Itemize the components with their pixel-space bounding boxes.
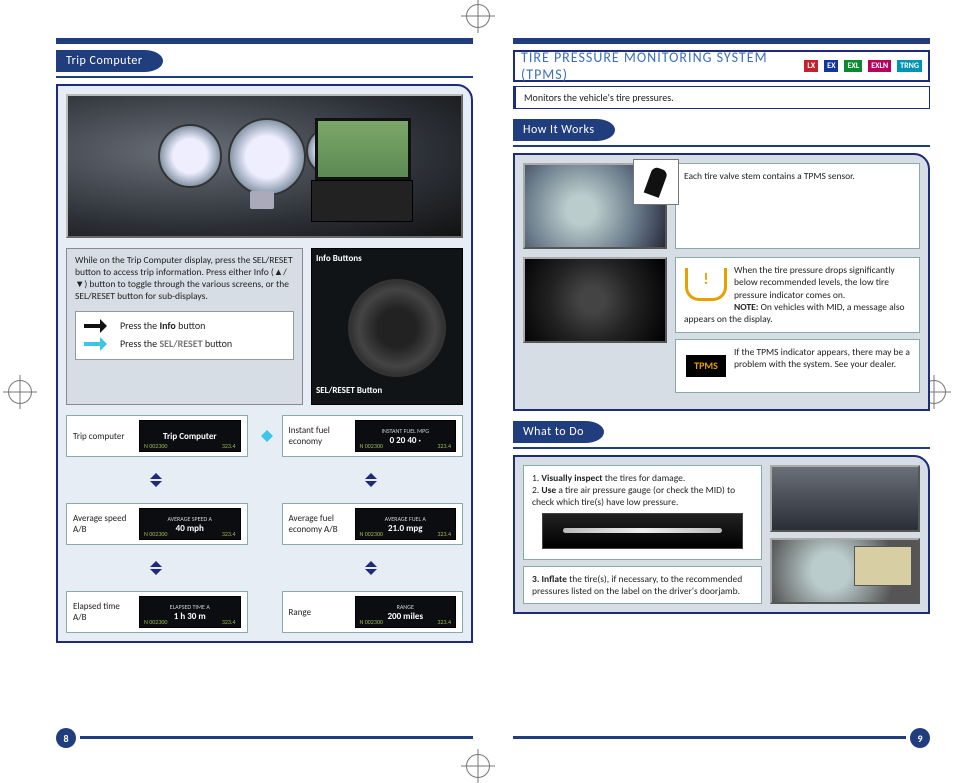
trip-computer-instructions: While on the Trip Computer display, pres… xyxy=(66,248,303,405)
label-instant: Instant fuel economy xyxy=(289,425,349,447)
trim-badge-exl: EXL xyxy=(844,60,862,72)
page-left: Trip Computer While on the Trip Computer… xyxy=(56,38,473,744)
label-avgspeed: Average speed A/B xyxy=(73,513,133,535)
nav-screen-icon xyxy=(315,118,411,180)
callout-sel-reset: SEL/RESET Button xyxy=(316,385,382,396)
step-3-box: 3. Inflate the tire(s), if necessary, to… xyxy=(523,566,762,605)
arrow-vertical-3-icon xyxy=(66,555,248,581)
trim-badge-lx: LX xyxy=(804,60,818,72)
arrow-cyan-horizontal-icon xyxy=(256,415,274,457)
lcd-elapsed: ELAPSED TIME A 1 h 30 m N 002300323.4 xyxy=(139,596,241,628)
step2-rest: a tire air pressure gauge (or check the … xyxy=(532,484,735,508)
step3-num: 3. xyxy=(532,573,539,585)
cell-trip-computer: Trip computer Trip Computer N 002300323.… xyxy=(66,415,248,457)
gauge-left-icon xyxy=(158,124,222,188)
step2-num: 2. xyxy=(532,484,539,496)
steering-wheel-photo xyxy=(523,257,667,343)
lcd-instant: INSTANT FUEL MPG 0 20 40 · N 002300323.4 xyxy=(355,420,457,452)
how-it-works-panel: Each tire valve stem contains a TPMS sen… xyxy=(513,153,930,411)
press-info-c: button xyxy=(178,319,205,332)
low-pressure-text: When the tire pressure drops significant… xyxy=(675,257,920,333)
lcd-avgspeed: AVERAGE SPEED A 40 mph N 002300323.4 xyxy=(139,508,241,540)
note-text: On vehicles with MID, a message also app… xyxy=(684,301,905,325)
arrow-vertical-2-icon xyxy=(282,467,464,493)
label-elapsed: Elapsed time A/B xyxy=(73,601,133,623)
trim-badge-ex: EX xyxy=(824,60,838,72)
indicator-text: If the TPMS indicator appears, there may… xyxy=(734,346,910,370)
page-number-left: 8 xyxy=(56,728,76,748)
lcd-range: RANGE 200 miles N 002300323.4 xyxy=(355,596,457,628)
drops-text: When the tire pressure drops significant… xyxy=(734,264,895,301)
hiw-underline xyxy=(513,145,930,147)
step1-num: 1. xyxy=(532,472,539,484)
step-1-2-box: 1. Visually inspect the tires for damage… xyxy=(523,465,762,560)
registration-mark-top xyxy=(466,4,490,28)
dashboard-photo xyxy=(66,94,463,238)
section-title-trip-computer: Trip Computer xyxy=(56,50,163,72)
what-to-do-panel: 1. Visually inspect the tires for damage… xyxy=(513,455,930,615)
press-info-a: Press the xyxy=(120,319,157,332)
doorjamb-photo xyxy=(770,465,920,532)
tpms-indicator-text: TPMS If the TPMS indicator appears, ther… xyxy=(675,339,920,393)
note-label: NOTE: xyxy=(734,301,758,313)
cell-instant-fuel: Instant fuel economy INSTANT FUEL MPG 0 … xyxy=(282,415,464,457)
cell-avg-fuel: Average fuel economy A/B AVERAGE FUEL A … xyxy=(282,503,464,545)
arrow-right-cyan-icon xyxy=(84,339,112,349)
tpms-indicator-icon: TPMS xyxy=(684,346,728,386)
step3-bold: Inflate xyxy=(542,573,567,585)
instructions-text: While on the Trip Computer display, pres… xyxy=(75,254,293,302)
top-rule-right xyxy=(513,38,930,44)
step2-bold: Use xyxy=(541,484,556,496)
arrow-vertical-1-icon xyxy=(66,467,248,493)
label-range: Range xyxy=(289,607,349,618)
press-info-b: Info xyxy=(159,319,175,332)
tire-gauge-photo xyxy=(542,513,743,549)
wtd-underline xyxy=(513,447,930,449)
cell-avg-speed: Average speed A/B AVERAGE SPEED A 40 mph… xyxy=(66,503,248,545)
steering-logo-icon xyxy=(250,191,274,209)
callout-info-buttons: Info Buttons xyxy=(316,253,362,264)
trim-badge-trng: TRNG xyxy=(897,60,922,72)
step1-rest: the tires for damage. xyxy=(605,472,686,484)
monitors-text: Monitors the vehicle's tire pressures. xyxy=(513,86,930,109)
tire-valve-photo xyxy=(523,163,667,249)
arrow-vertical-4-icon xyxy=(282,555,464,581)
trim-badge-exln: EXLN xyxy=(868,60,891,72)
lcd-trip: Trip Computer N 002300323.4 xyxy=(139,420,241,452)
section-title-how-it-works: How It Works xyxy=(513,119,615,141)
page-right: TIRE PRESSURE MONITORING SYSTEM (TPMS) L… xyxy=(513,38,930,744)
bottom-rule-right xyxy=(513,736,906,739)
press-instructions: Press the Info button Press the SEL/RESE… xyxy=(75,311,294,360)
tpms-title: TIRE PRESSURE MONITORING SYSTEM (TPMS) xyxy=(521,49,798,83)
gauge-center-icon xyxy=(228,118,306,196)
bottom-rule-left xyxy=(80,736,473,739)
trip-computer-panel: While on the Trip Computer display, pres… xyxy=(56,84,473,643)
steering-wheel-icon xyxy=(348,279,446,377)
top-rule xyxy=(56,38,473,44)
page-number-right: 9 xyxy=(910,728,930,748)
registration-mark-bottom xyxy=(466,754,490,778)
low-tire-pressure-icon xyxy=(684,264,728,304)
section-underline xyxy=(56,76,473,78)
tpms-sensor-inset-icon xyxy=(633,159,679,205)
press-sel-a: Press the xyxy=(120,337,157,350)
tpms-header: TIRE PRESSURE MONITORING SYSTEM (TPMS) L… xyxy=(513,50,930,82)
arrow-right-black-icon xyxy=(84,321,112,331)
label-trip: Trip computer xyxy=(73,431,133,442)
steering-wheel-callout-photo: Info Buttons SEL/RESET Button xyxy=(311,248,463,405)
cell-range: Range RANGE 200 miles N 002300323.4 xyxy=(282,591,464,633)
center-stack-icon xyxy=(311,180,413,222)
press-sel-b: SEL/RESET xyxy=(159,337,202,350)
lcd-avgfuel: AVERAGE FUEL A 21.0 mpg N 002300323.4 xyxy=(355,508,457,540)
section-title-what-to-do: What to Do xyxy=(513,421,604,443)
trip-computer-flow-grid: Trip computer Trip Computer N 002300323.… xyxy=(66,415,463,633)
sensor-text: Each tire valve stem contains a TPMS sen… xyxy=(675,163,920,249)
press-sel-c: button xyxy=(205,337,232,350)
cell-elapsed: Elapsed time A/B ELAPSED TIME A 1 h 30 m… xyxy=(66,591,248,633)
tire-inflate-photo xyxy=(770,538,920,605)
registration-mark-left xyxy=(8,380,32,404)
label-avgfuel: Average fuel economy A/B xyxy=(289,513,349,535)
step1-bold: Visually inspect xyxy=(541,472,602,484)
